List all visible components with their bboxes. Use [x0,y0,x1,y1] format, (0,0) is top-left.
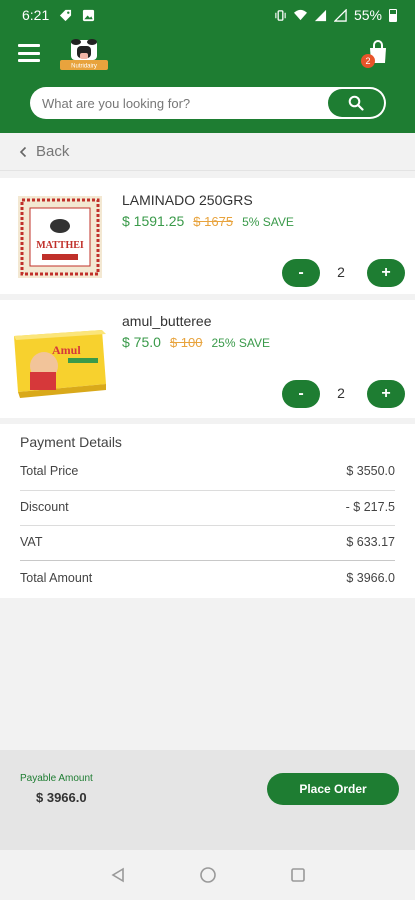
signal-2-icon [333,8,347,22]
increase-qty-button[interactable]: + [367,380,405,408]
product-save: 5% SAVE [242,215,294,229]
checkout-bar: Payable Amount $ 3966.0 Place Order [0,750,415,850]
triangle-back-icon [110,867,124,883]
divider [20,525,395,526]
cart-item: MATTHEI LAMINADO 250GRS $ 1591.25 $ 1675… [0,178,415,294]
payment-label: Total Price [20,464,79,478]
payment-value: $ 3966.0 [346,571,395,585]
product-image-label: MATTHEI [36,240,84,251]
vibrate-icon [275,9,286,21]
payment-label: Total Amount [20,571,93,585]
product-name: amul_butteree [122,313,212,329]
payment-row-total-price: Total Price $ 3550.0 [20,464,395,478]
nav-home-button[interactable] [198,865,218,885]
nav-recents-button[interactable] [288,865,308,885]
quantity-value: 2 [337,264,345,280]
chevron-left-icon [19,146,27,157]
back-button[interactable]: Back [0,133,415,171]
payment-label: Discount [20,500,69,514]
status-left: 6:21 [22,7,95,23]
nav-back-button[interactable] [108,865,128,885]
increase-qty-button[interactable]: + [367,259,405,287]
payment-value: $ 633.17 [346,535,395,549]
product-save: 25% SAVE [211,336,270,350]
product-price: $ 1591.25 [122,213,185,229]
app-header: Nutridairy 2 [0,30,415,133]
payment-value: - $ 217.5 [345,500,395,514]
product-name: LAMINADO 250GRS [122,192,253,208]
app-logo: Nutridairy [60,39,108,70]
wifi-icon [293,9,307,20]
payment-row-total-amount: Total Amount $ 3966.0 [20,571,395,585]
decrease-qty-button[interactable]: - [282,259,320,287]
divider [20,490,395,491]
square-recents-icon [290,868,305,882]
price-row: $ 1591.25 $ 1675 5% SAVE [122,213,294,229]
status-bar: 6:21 55% [0,0,415,30]
cart-badge: 2 [361,54,375,68]
payment-title: Payment Details [20,434,122,450]
menu-icon [18,44,40,47]
tag-icon [60,9,72,21]
payment-row-discount: Discount - $ 217.5 [20,500,395,514]
decrease-qty-button[interactable]: - [282,380,320,408]
payment-row-vat: VAT $ 633.17 [20,535,395,549]
product-image: MATTHEI [18,196,102,278]
back-label: Back [36,143,70,160]
logo-text: Nutridairy [71,64,97,70]
battery-percent: 55% [353,7,382,23]
cart-item: Amul amul_butteree $ 75.0 $ 100 25% SAVE… [0,300,415,418]
status-right: 55% [274,7,397,23]
payable-amount-label: Payable Amount [20,773,93,784]
battery-icon [389,8,397,22]
menu-icon-bar [18,51,40,55]
product-old-price: $ 1675 [193,214,234,229]
product-price: $ 75.0 [122,334,161,350]
menu-button[interactable] [18,44,40,62]
signal-icon [314,9,327,21]
search-button[interactable] [328,89,384,117]
payment-details: Payment Details Total Price $ 3550.0 Dis… [0,424,415,598]
search-icon [348,95,364,111]
status-time: 6:21 [22,7,50,23]
product-image-label: Amul [52,343,81,357]
cart-button[interactable]: 2 [361,40,389,68]
product-old-price: $ 100 [169,335,203,350]
menu-icon-bar [18,59,40,62]
circle-home-icon [199,867,216,883]
payment-value: $ 3550.0 [346,464,395,478]
price-row: $ 75.0 $ 100 25% SAVE [122,334,270,350]
search-bar [30,87,386,119]
product-image: Amul [14,330,106,398]
divider [20,560,395,561]
payable-amount-value: $ 3966.0 [36,790,87,805]
system-nav-bar [0,850,415,900]
image-icon [83,9,95,21]
payment-label: VAT [20,535,43,549]
quantity-value: 2 [337,385,345,401]
search-input[interactable] [30,95,328,111]
place-order-button[interactable]: Place Order [267,773,399,805]
